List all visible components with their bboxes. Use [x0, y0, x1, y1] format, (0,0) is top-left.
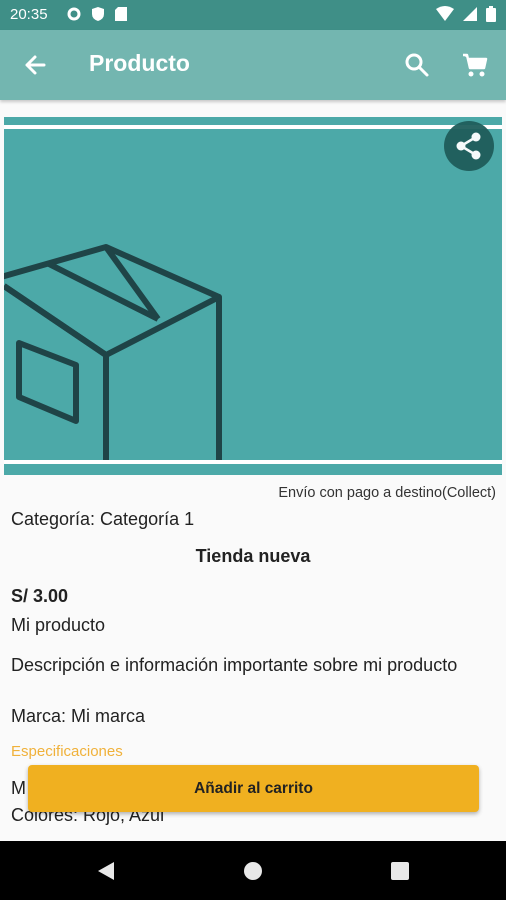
settings-icon	[67, 7, 81, 21]
page-title: Producto	[89, 50, 190, 76]
store-name: Tienda nueva	[195, 546, 311, 566]
category-text: Categoría: Categoría 1	[11, 509, 195, 529]
status-icons-right	[436, 6, 496, 22]
signal-icon	[463, 7, 477, 21]
share-icon	[456, 132, 481, 160]
brand-text: Marca: Mi marca	[11, 706, 146, 726]
battery-icon	[486, 6, 496, 22]
app-bar: Producto	[0, 30, 506, 100]
nav-recents-icon[interactable]	[388, 859, 412, 883]
status-time: 20:35	[10, 6, 48, 23]
shield-icon	[92, 7, 104, 21]
product-name: Mi producto	[11, 615, 106, 635]
status-icons-left	[66, 6, 128, 22]
price-text: S/ 3.00	[11, 586, 69, 606]
spec-line-partial: M	[11, 778, 26, 798]
add-to-cart-button[interactable]: Añadir al carrito	[28, 765, 479, 812]
back-arrow-icon[interactable]	[20, 50, 50, 80]
status-bar: 20:35	[0, 0, 506, 30]
search-icon[interactable]	[402, 50, 432, 80]
product-image[interactable]	[4, 117, 502, 475]
nav-back-icon[interactable]	[94, 859, 118, 883]
sd-card-icon	[115, 7, 127, 21]
product-description: Descripción e información importante sob…	[11, 655, 458, 675]
nav-home-icon[interactable]	[241, 859, 265, 883]
image-bottom-border	[4, 460, 502, 464]
share-button[interactable]	[444, 121, 494, 171]
cart-icon[interactable]	[460, 50, 490, 80]
wifi-icon	[436, 6, 454, 21]
system-nav-bar	[0, 841, 506, 900]
specifications-label: Especificaciones	[11, 743, 123, 760]
shipping-info: Envío con pago a destino(Collect)	[278, 485, 496, 501]
box-icon	[4, 244, 222, 460]
